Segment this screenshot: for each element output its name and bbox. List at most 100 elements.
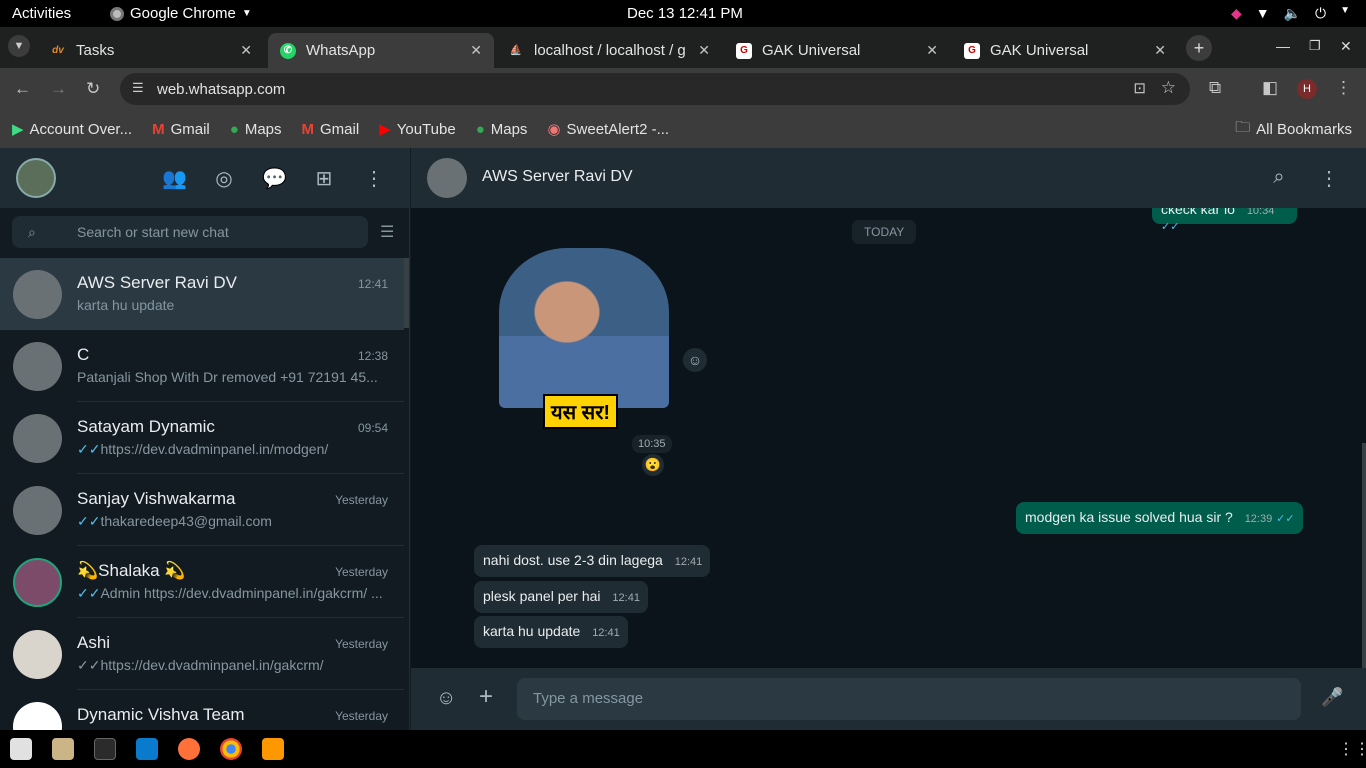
- app-indicator-icon: ◆: [1230, 5, 1242, 21]
- reload-icon[interactable]: ↻: [86, 79, 100, 99]
- play-icon: ▶: [12, 121, 24, 138]
- bookmark-star-icon[interactable]: ☆: [1161, 78, 1176, 98]
- clock[interactable]: Dec 13 12:41 PM: [627, 5, 743, 22]
- close-window-icon[interactable]: ✕: [1340, 38, 1352, 55]
- reaction-badge[interactable]: 😮: [642, 454, 664, 476]
- bookmark-gmail[interactable]: M Gmail: [152, 121, 210, 138]
- close-icon[interactable]: ✕: [698, 42, 710, 59]
- contact-name[interactable]: AWS Server Ravi DV: [482, 168, 633, 186]
- activities-button[interactable]: Activities: [12, 5, 71, 22]
- chat-item[interactable]: AWS Server Ravi DV 12:41 karta hu update: [0, 258, 404, 330]
- search-icon[interactable]: ⌕: [1267, 166, 1291, 190]
- bookmark-gmail-2[interactable]: M Gmail: [302, 121, 360, 138]
- extensions-icon[interactable]: ⧉: [1209, 78, 1221, 98]
- chat-item[interactable]: Dynamic Vishva Team Yesterday: [0, 690, 404, 730]
- contact-avatar[interactable]: [427, 158, 467, 198]
- bookmark-account[interactable]: ▶ Account Over...: [12, 120, 133, 139]
- close-icon[interactable]: ✕: [240, 42, 252, 59]
- chat-item[interactable]: C 12:38 Patanjali Shop With Dr removed +…: [0, 330, 404, 402]
- close-icon[interactable]: ✕: [1154, 42, 1166, 59]
- show-apps-icon[interactable]: ⋮⋮⋮: [1338, 739, 1366, 759]
- message-text: karta hu update: [483, 623, 581, 639]
- tab-search-button[interactable]: ▼: [8, 35, 30, 57]
- composer: ☺ + Type a message 🎤: [411, 668, 1366, 730]
- system-tray[interactable]: ◆ ▼ 🔈 ⏻ ▼: [1231, 5, 1350, 22]
- new-tab-button[interactable]: +: [1186, 35, 1212, 61]
- chat-item[interactable]: 💫Shalaka 💫 Yesterday ✓✓Admin https://dev…: [0, 546, 404, 618]
- maximize-icon[interactable]: ❐: [1309, 38, 1321, 54]
- vscode-icon[interactable]: [136, 738, 158, 760]
- address-bar[interactable]: ☰ web.whatsapp.com ⊡ ☆: [120, 73, 1190, 105]
- files-icon[interactable]: [52, 738, 74, 760]
- terminal-icon[interactable]: [94, 738, 116, 760]
- search-icon: ⌕: [28, 224, 36, 240]
- side-panel-icon[interactable]: ◧: [1262, 78, 1278, 98]
- minimize-icon[interactable]: —: [1276, 38, 1290, 54]
- my-profile-avatar[interactable]: [16, 158, 56, 198]
- close-icon[interactable]: ✕: [470, 42, 482, 59]
- status-icon[interactable]: ◎: [212, 166, 236, 190]
- new-chat-icon[interactable]: ⊞: [312, 166, 336, 190]
- firefox-icon[interactable]: [178, 738, 200, 760]
- back-icon[interactable]: ←: [14, 79, 31, 99]
- text-editor-icon[interactable]: [10, 738, 32, 760]
- attach-icon[interactable]: +: [479, 683, 493, 711]
- tab-strip: ▼ dv Tasks ✕ ✆ WhatsApp ✕ ⛵ localhost / …: [0, 27, 1366, 68]
- tab-gak-universal-1[interactable]: G GAK Universal ✕: [724, 33, 950, 68]
- app-menu[interactable]: Google Chrome ▼: [110, 5, 252, 22]
- bookmark-maps-2[interactable]: ● Maps: [476, 121, 528, 138]
- channels-icon[interactable]: 💬: [262, 166, 287, 190]
- avatar: [13, 414, 62, 463]
- double-tick-icon: ✓✓: [77, 441, 101, 457]
- close-icon[interactable]: ✕: [926, 42, 938, 59]
- react-icon[interactable]: ☺: [683, 348, 707, 372]
- menu-icon[interactable]: ⋮: [1317, 166, 1341, 190]
- message-time: 12:41: [674, 556, 703, 568]
- chat-item[interactable]: Ashi Yesterday ✓✓https://dev.dvadminpane…: [0, 618, 404, 690]
- communities-icon[interactable]: 👥: [162, 166, 187, 190]
- bookmark-maps[interactable]: ● Maps: [230, 121, 282, 138]
- tab-whatsapp[interactable]: ✆ WhatsApp ✕: [268, 33, 494, 68]
- emoji-icon[interactable]: ☺: [436, 687, 456, 710]
- tab-gak-universal-2[interactable]: G GAK Universal ✕: [952, 33, 1178, 68]
- chat-preview-text: https://dev.dvadminpanel.in/modgen/: [100, 441, 329, 457]
- tab-phpmyadmin[interactable]: ⛵ localhost / localhost / g ✕: [496, 33, 722, 68]
- scrollbar[interactable]: [404, 258, 409, 328]
- bookmark-youtube[interactable]: ▶ YouTube: [379, 120, 456, 139]
- all-bookmarks[interactable]: 🗀 All Bookmarks: [1235, 117, 1352, 142]
- chat-name: Dynamic Vishva Team: [77, 705, 245, 724]
- chat-item[interactable]: Sanjay Vishwakarma Yesterday ✓✓thakarede…: [0, 474, 404, 546]
- power-icon: ⏻: [1315, 5, 1327, 21]
- tab-tasks[interactable]: dv Tasks ✕: [38, 33, 264, 68]
- whatsapp-icon: ✆: [280, 42, 296, 59]
- bookmark-sweetalert[interactable]: ◉ SweetAlert2 -...: [547, 120, 669, 139]
- sticker-message[interactable]: यस सर!: [483, 248, 675, 430]
- tab-label: localhost / localhost / g: [534, 42, 686, 59]
- chat-item[interactable]: Satayam Dynamic 09:54 ✓✓https://dev.dvad…: [0, 402, 404, 474]
- profile-avatar[interactable]: H: [1297, 79, 1317, 99]
- forward-icon[interactable]: →: [50, 79, 67, 99]
- search-input[interactable]: ⌕ Search or start new chat: [12, 216, 368, 248]
- chrome-icon: [110, 6, 124, 21]
- filter-icon[interactable]: ☰: [380, 222, 394, 242]
- chevron-down-icon: ▼: [1340, 5, 1350, 16]
- avatar: [13, 558, 62, 607]
- menu-icon[interactable]: ⋮: [362, 166, 386, 190]
- bookmark-label: YouTube: [396, 120, 456, 138]
- message-area[interactable]: ckeck kar lo 10:34 ✓✓ TODAY यस सर! ☺ 10:…: [411, 208, 1366, 668]
- system-top-bar: Activities Google Chrome ▼ Dec 13 12:41 …: [0, 0, 1366, 27]
- install-app-icon[interactable]: ⊡: [1133, 79, 1146, 97]
- menu-icon[interactable]: ⋮: [1335, 78, 1352, 98]
- message-text: nahi dost. use 2-3 din lagega: [483, 552, 663, 568]
- scrollbar[interactable]: [1362, 443, 1366, 668]
- sublime-icon[interactable]: [262, 738, 284, 760]
- microphone-icon[interactable]: 🎤: [1321, 687, 1343, 708]
- chat-preview: ✓✓thakaredeep43@gmail.com: [77, 513, 387, 530]
- site-info-icon[interactable]: ☰: [132, 80, 144, 96]
- chrome-icon[interactable]: [220, 738, 242, 760]
- message-input[interactable]: Type a message: [517, 678, 1301, 720]
- bookmark-label: Account Over...: [29, 120, 133, 138]
- chat-time: Yesterday: [335, 709, 388, 723]
- folder-icon: 🗀: [1235, 118, 1251, 136]
- conversation-header[interactable]: AWS Server Ravi DV ⌕ ⋮: [411, 148, 1366, 208]
